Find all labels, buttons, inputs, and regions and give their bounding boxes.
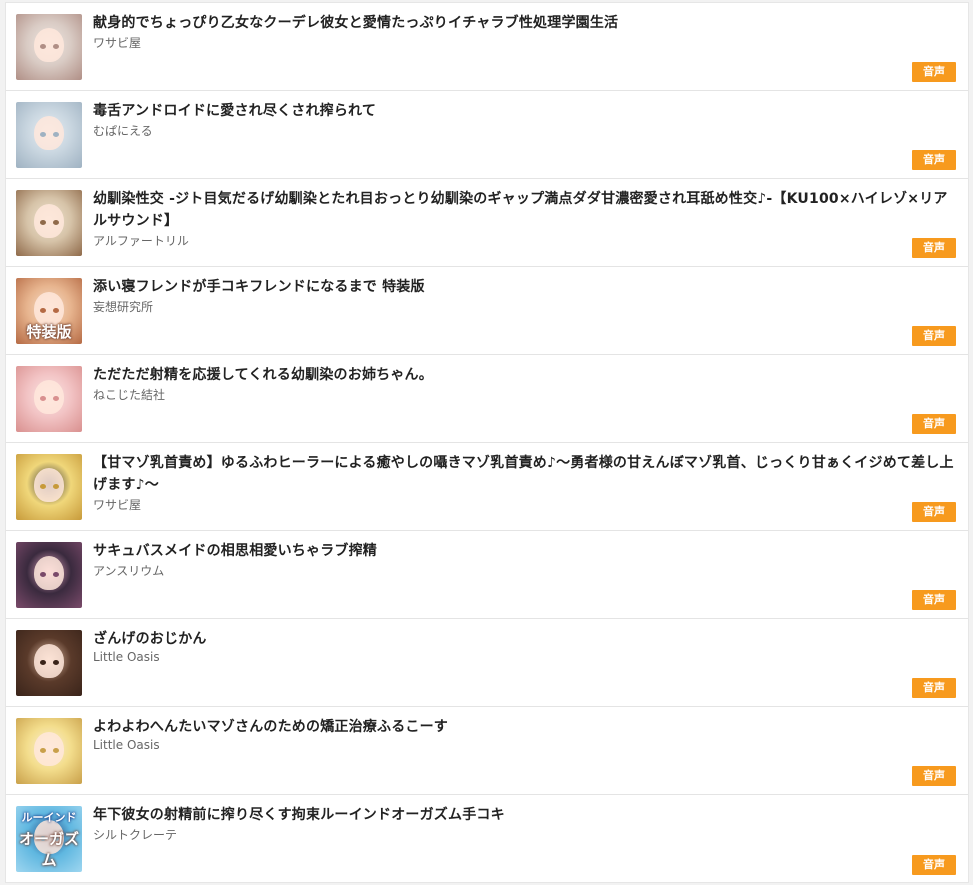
eye-shape bbox=[53, 572, 59, 577]
work-title[interactable]: 毒舌アンドロイドに愛され尽くされ搾られて bbox=[93, 100, 954, 122]
face-shape bbox=[34, 28, 64, 62]
category-badge: 音声 bbox=[912, 62, 956, 82]
thumbnail-caption-top: ルーインド bbox=[21, 811, 77, 824]
eye-shape bbox=[53, 308, 59, 313]
brown-hair-girl-cover-thumbnail[interactable] bbox=[16, 630, 82, 696]
face-shape bbox=[34, 468, 64, 502]
category-badge: 音声 bbox=[912, 150, 956, 170]
two-childhood-friends-cover-thumbnail[interactable] bbox=[16, 190, 82, 256]
circle-name[interactable]: シルトクレーテ bbox=[93, 826, 177, 843]
circle-name[interactable]: アルファートリル bbox=[93, 232, 189, 249]
list-item[interactable]: 毒舌アンドロイドに愛され尽くされ搾られて むぱにえる音声 bbox=[6, 91, 968, 179]
work-list: 献身的でちょっぴり乙女なクーデレ彼女と愛情たっぷりイチャラブ性処理学園生活 ワサビ… bbox=[5, 2, 969, 883]
category-badge: 音声 bbox=[912, 238, 956, 258]
circle-name[interactable]: アンスリウム bbox=[93, 562, 164, 579]
blonde-healer-cover-thumbnail[interactable] bbox=[16, 454, 82, 520]
face-shape bbox=[34, 556, 64, 590]
list-item[interactable]: よわよわへんたいマゾさんのための矯正治療ふるこーす Little Oasis 音声 bbox=[6, 707, 968, 795]
eye-shape bbox=[40, 396, 46, 401]
list-item[interactable]: 特装版 添い寝フレンドが手コキフレンドになるまで 特装版 妄想研究所音声 bbox=[6, 267, 968, 355]
android-girl-cover-thumbnail[interactable] bbox=[16, 102, 82, 168]
blonde-twintail-girl-cover-thumbnail[interactable] bbox=[16, 718, 82, 784]
category-badge: 音声 bbox=[912, 855, 956, 875]
circle-name[interactable]: ねこじた結社 bbox=[93, 386, 165, 403]
silver-hair-girl-cover-thumbnail[interactable] bbox=[16, 14, 82, 80]
face-shape bbox=[34, 732, 64, 766]
eye-shape bbox=[40, 484, 46, 489]
list-item[interactable]: 幼馴染性交 -ジト目気だるげ幼馴染とたれ目おっとり幼馴染のギャップ満点ダダ甘濃密… bbox=[6, 179, 968, 267]
face-shape bbox=[34, 116, 64, 150]
category-badge: 音声 bbox=[912, 414, 956, 434]
thumbnail-caption: オーガズム bbox=[18, 830, 79, 869]
eye-shape bbox=[40, 308, 46, 313]
face-shape bbox=[34, 644, 64, 678]
eye-shape bbox=[40, 660, 46, 665]
list-item[interactable]: 【甘マゾ乳首責め】ゆるふわヒーラーによる癒やしの囁きマゾ乳首責め♪～勇者様の甘え… bbox=[6, 443, 968, 531]
work-title[interactable]: ざんげのおじかん bbox=[93, 628, 954, 650]
circle-name[interactable]: 妄想研究所 bbox=[93, 298, 153, 315]
face-shape bbox=[34, 204, 64, 238]
face-shape bbox=[34, 380, 64, 414]
circle-name[interactable]: Little Oasis bbox=[93, 650, 160, 664]
work-title[interactable]: ただただ射精を応援してくれる幼馴染のお姉ちゃん。 bbox=[93, 364, 954, 386]
work-title[interactable]: 添い寝フレンドが手コキフレンドになるまで 特装版 bbox=[93, 276, 954, 298]
category-badge: 音声 bbox=[912, 678, 956, 698]
work-title[interactable]: サキュバスメイドの相思相愛いちゃラブ搾精 bbox=[93, 540, 954, 562]
category-badge: 音声 bbox=[912, 502, 956, 522]
category-badge: 音声 bbox=[912, 590, 956, 610]
work-title[interactable]: 献身的でちょっぴり乙女なクーデレ彼女と愛情たっぷりイチャラブ性処理学園生活 bbox=[93, 12, 954, 34]
work-title[interactable]: 【甘マゾ乳首責め】ゆるふわヒーラーによる癒やしの囁きマゾ乳首責め♪～勇者様の甘え… bbox=[93, 452, 954, 496]
work-title[interactable]: 幼馴染性交 -ジト目気だるげ幼馴染とたれ目おっとり幼馴染のギャップ満点ダダ甘濃密… bbox=[93, 188, 954, 232]
eye-shape bbox=[53, 748, 59, 753]
eye-shape bbox=[40, 748, 46, 753]
eye-shape bbox=[53, 660, 59, 665]
list-item[interactable]: ざんげのおじかん Little Oasis 音声 bbox=[6, 619, 968, 707]
work-title[interactable]: 年下彼女の射精前に搾り尽くす拘束ルーインドオーガズム手コキ bbox=[93, 804, 954, 826]
circle-name[interactable]: むぱにえる bbox=[93, 122, 153, 139]
eye-shape bbox=[53, 220, 59, 225]
eye-shape bbox=[53, 484, 59, 489]
succubus-maid-cover-thumbnail[interactable] bbox=[16, 542, 82, 608]
list-item[interactable]: ただただ射精を応援してくれる幼馴染のお姉ちゃん。 ねこじた結社音声 bbox=[6, 355, 968, 443]
category-badge: 音声 bbox=[912, 766, 956, 786]
thumbnail-caption: 特装版 bbox=[26, 323, 72, 341]
circle-name[interactable]: Little Oasis bbox=[93, 738, 160, 752]
special-edition-cover-thumbnail[interactable]: 特装版 bbox=[16, 278, 82, 344]
eye-shape bbox=[53, 44, 59, 49]
eye-shape bbox=[40, 572, 46, 577]
eye-shape bbox=[40, 132, 46, 137]
eye-shape bbox=[40, 220, 46, 225]
circle-name[interactable]: ワサビ屋 bbox=[93, 34, 141, 51]
category-badge: 音声 bbox=[912, 326, 956, 346]
circle-name[interactable]: ワサビ屋 bbox=[93, 496, 141, 513]
list-item[interactable]: ルーインドオーガズム 年下彼女の射精前に搾り尽くす拘束ルーインドオーガズム手コキシ… bbox=[6, 795, 968, 883]
eye-shape bbox=[53, 132, 59, 137]
eye-shape bbox=[53, 396, 59, 401]
ruined-orgasm-cover-thumbnail[interactable]: ルーインドオーガズム bbox=[16, 806, 82, 872]
list-item[interactable]: サキュバスメイドの相思相愛いちゃラブ搾精 アンスリウム音声 bbox=[6, 531, 968, 619]
list-item[interactable]: 献身的でちょっぴり乙女なクーデレ彼女と愛情たっぷりイチャラブ性処理学園生活 ワサビ… bbox=[6, 3, 968, 91]
pink-hair-girl-cover-thumbnail[interactable] bbox=[16, 366, 82, 432]
eye-shape bbox=[40, 44, 46, 49]
work-title[interactable]: よわよわへんたいマゾさんのための矯正治療ふるこーす bbox=[93, 716, 954, 738]
